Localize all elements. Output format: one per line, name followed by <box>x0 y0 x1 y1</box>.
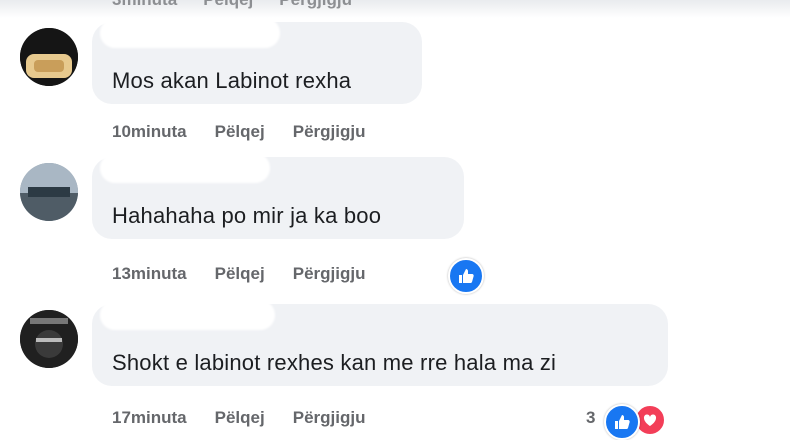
comment-text: Shokt e labinot rexhes kan me rre hala m… <box>112 350 557 375</box>
comment-3-actions: 17minuta Pëlqej Përgjigju <box>112 408 365 428</box>
comment-bubble: Mos akan Labinot rexha <box>92 18 422 104</box>
author-name-redacted <box>100 18 280 48</box>
previous-time: 3minuta <box>112 0 177 10</box>
comment-bubble: Hahahaha po mir ja ka boo <box>92 153 464 239</box>
reply-link[interactable]: Përgjigju <box>293 408 366 428</box>
reaction-count[interactable]: 3 <box>586 408 595 428</box>
like-link[interactable]: Pëlqej <box>215 122 265 142</box>
avatar[interactable] <box>20 28 78 86</box>
comment-1-actions: 10minuta Pëlqej Përgjigju <box>112 122 365 142</box>
like-reaction-icon[interactable] <box>448 258 484 294</box>
previous-like-link[interactable]: Pëlqej <box>203 0 253 10</box>
reply-link[interactable]: Përgjigju <box>293 122 366 142</box>
comment-text: Mos akan Labinot rexha <box>112 68 352 93</box>
like-link[interactable]: Pëlqej <box>215 408 265 428</box>
author-name-redacted <box>100 300 275 330</box>
comment-bubble: Shokt e labinot rexhes kan me rre hala m… <box>92 300 668 386</box>
author-name-redacted <box>100 153 270 183</box>
previous-comment-actions: 3minuta Pëlqej Përgjigju <box>112 0 352 10</box>
like-link[interactable]: Pëlqej <box>215 264 265 284</box>
avatar[interactable] <box>20 310 78 368</box>
avatar[interactable] <box>20 163 78 221</box>
comment-time[interactable]: 10minuta <box>112 122 187 142</box>
comment-text: Hahahaha po mir ja ka boo <box>112 203 382 228</box>
comment-time[interactable]: 17minuta <box>112 408 187 428</box>
comment-time[interactable]: 13minuta <box>112 264 187 284</box>
previous-reply-link[interactable]: Përgjigju <box>279 0 352 10</box>
comment-2-actions: 13minuta Pëlqej Përgjigju <box>112 264 365 284</box>
like-reaction-icon[interactable] <box>604 404 640 440</box>
reply-link[interactable]: Përgjigju <box>293 264 366 284</box>
